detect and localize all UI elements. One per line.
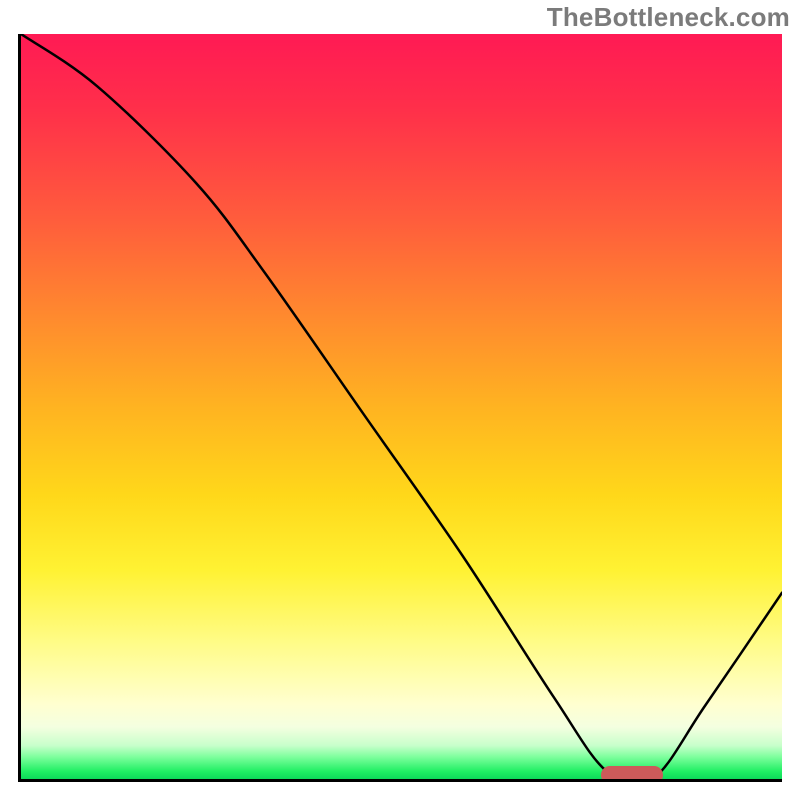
optimum-marker [601,766,663,782]
chart-root: TheBottleneck.com [0,0,800,800]
bottleneck-curve [21,34,782,779]
plot-area [18,34,782,782]
attribution-label: TheBottleneck.com [547,2,790,33]
